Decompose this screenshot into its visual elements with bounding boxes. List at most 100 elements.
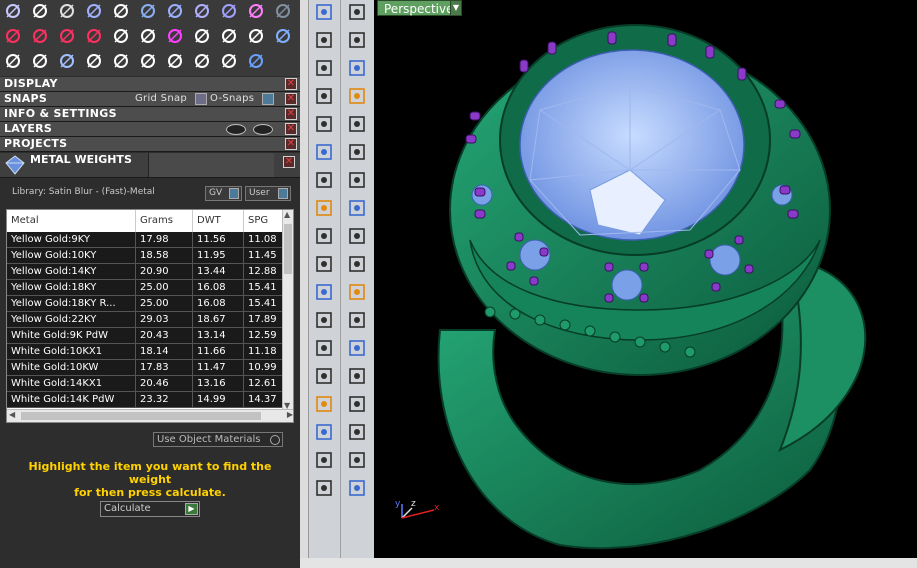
cone-icon[interactable]	[345, 476, 369, 500]
pattern-icon[interactable]	[56, 50, 78, 72]
node-icon[interactable]	[110, 0, 132, 22]
cross-add2-icon[interactable]	[29, 25, 51, 47]
table-row[interactable]: White Gold:9K PdW 20.43 13.14 12.59	[7, 328, 284, 344]
array-icon[interactable]	[312, 364, 336, 388]
pen-icon[interactable]	[191, 25, 213, 47]
ellipse-draw-icon[interactable]	[345, 56, 369, 80]
box-icon[interactable]	[312, 168, 336, 192]
scroll-right-icon[interactable]: ▶	[287, 410, 293, 419]
gear-tool-icon[interactable]	[312, 224, 336, 248]
column-header-grams[interactable]: Grams	[136, 210, 193, 232]
s-icon[interactable]	[245, 0, 267, 22]
arc-add-icon[interactable]	[83, 25, 105, 47]
surface-icon[interactable]	[345, 196, 369, 220]
sphere-solid-icon[interactable]	[345, 168, 369, 192]
fillet-icon[interactable]	[345, 112, 369, 136]
matrix-icon[interactable]	[312, 420, 336, 444]
measure-icon[interactable]	[345, 420, 369, 444]
user-toggle[interactable]: User	[245, 186, 291, 201]
eye-icon[interactable]	[253, 124, 273, 135]
chevron-down-icon[interactable]: ▼	[450, 1, 461, 15]
viewport-label-dropdown[interactable]: Perspective ▼	[377, 0, 462, 16]
panel-snaps[interactable]: SNAPS Grid Snap O-Snaps ✕	[0, 92, 300, 107]
column-header-dwt[interactable]: DWT	[193, 210, 244, 232]
close-icon[interactable]: ✕	[285, 138, 297, 150]
table-row[interactable]: Yellow Gold:9KY 17.98 11.56 11.08	[7, 232, 284, 248]
deform-icon[interactable]	[345, 364, 369, 388]
solid-box-icon[interactable]	[312, 392, 336, 416]
curve2-icon[interactable]	[2, 50, 24, 72]
close-icon[interactable]: ✕	[285, 108, 297, 120]
table-row[interactable]: White Gold:14KX1 20.46 13.16 12.61	[7, 376, 284, 392]
pavé-icon[interactable]	[345, 392, 369, 416]
gem-tool-icon[interactable]	[345, 224, 369, 248]
scroll-up-icon[interactable]: ▲	[284, 210, 290, 219]
dots-icon[interactable]	[164, 25, 186, 47]
scroll-left-icon[interactable]: ◀	[9, 410, 15, 419]
text-icon[interactable]	[312, 336, 336, 360]
perspective-viewport[interactable]	[374, 0, 917, 558]
panel-divider[interactable]	[300, 0, 308, 568]
table-row[interactable]: White Gold:14K PdW 23.32 14.99 14.37	[7, 392, 284, 408]
grid-pts-icon[interactable]	[312, 140, 336, 164]
link-icon[interactable]	[110, 25, 132, 47]
ring-model[interactable]	[374, 0, 917, 558]
tool-icon[interactable]	[218, 25, 240, 47]
cylinder-icon[interactable]	[312, 196, 336, 220]
calculate-button[interactable]: Calculate ▶	[100, 501, 200, 517]
ellipse-icon[interactable]	[83, 0, 105, 22]
close-icon[interactable]: ✕	[285, 123, 297, 135]
panel-display[interactable]: DISPLAY ✕	[0, 77, 300, 92]
table-row[interactable]: Yellow Gold:18KY 25.00 16.08 15.41	[7, 280, 284, 296]
polygon-icon[interactable]	[312, 112, 336, 136]
plane-icon[interactable]	[345, 252, 369, 276]
panel-layers[interactable]: LAYERS ✕	[0, 122, 300, 137]
panel-icon[interactable]	[272, 0, 294, 22]
table-row[interactable]: White Gold:10KW 17.83 11.47 10.99	[7, 360, 284, 376]
circle-icon[interactable]	[56, 0, 78, 22]
shape-icon[interactable]	[137, 0, 159, 22]
column-header-spg[interactable]: SPG	[244, 210, 284, 232]
minus-add-icon[interactable]	[56, 25, 78, 47]
chain2-icon[interactable]	[164, 50, 186, 72]
panel-info-settings[interactable]: INFO & SETTINGS ✕	[0, 107, 300, 122]
flip-icon[interactable]	[110, 50, 132, 72]
table-row[interactable]: Yellow Gold:10KY 18.58 11.95 11.45	[7, 248, 284, 264]
gv-toggle[interactable]: GV	[205, 186, 242, 201]
close-icon[interactable]: ✕	[283, 156, 295, 168]
boolean-icon[interactable]	[312, 280, 336, 304]
project-icon[interactable]	[345, 336, 369, 360]
gear-icon[interactable]	[272, 25, 294, 47]
sphere-icon[interactable]	[245, 25, 267, 47]
arc-icon[interactable]	[2, 0, 24, 22]
polyline-icon[interactable]	[312, 28, 336, 52]
curve-on-surface-icon[interactable]	[312, 308, 336, 332]
star-icon[interactable]	[137, 50, 159, 72]
rect-draw-icon[interactable]	[345, 84, 369, 108]
lock-icon[interactable]	[218, 0, 240, 22]
grid-snap-toggle[interactable]	[195, 93, 207, 105]
horizontal-scrollbar[interactable]: ◀ ▶	[7, 409, 293, 422]
move-icon[interactable]	[83, 50, 105, 72]
chain-icon[interactable]	[137, 25, 159, 47]
layer-visibility-icon[interactable]	[226, 124, 246, 135]
table-row[interactable]: White Gold:10KX1 18.14 11.66 11.18	[7, 344, 284, 360]
scissors-icon[interactable]	[218, 50, 240, 72]
table-row[interactable]: Yellow Gold:22KY 29.03 18.67 17.89	[7, 312, 284, 328]
curve3-icon[interactable]	[29, 50, 51, 72]
circle-draw-icon[interactable]	[312, 56, 336, 80]
offset-icon[interactable]	[345, 308, 369, 332]
close-icon[interactable]: ✕	[285, 78, 297, 90]
vertical-scrollbar[interactable]: ▲ ▼	[282, 210, 293, 410]
node-edit-icon[interactable]	[345, 28, 369, 52]
arc-draw-icon[interactable]	[312, 84, 336, 108]
cursor-icon[interactable]	[312, 0, 336, 24]
curve-icon[interactable]	[29, 0, 51, 22]
table-row[interactable]: Yellow Gold:14KY 20.90 13.44 12.88	[7, 264, 284, 280]
column-header-metal[interactable]: Metal	[7, 210, 136, 232]
close-icon[interactable]: ✕	[285, 93, 297, 105]
cross-add-icon[interactable]	[2, 25, 24, 47]
cut-icon[interactable]	[312, 252, 336, 276]
table-row[interactable]: Yellow Gold:18KY R... 25.00 16.08 15.41	[7, 296, 284, 312]
scroll-thumb[interactable]	[284, 224, 292, 274]
